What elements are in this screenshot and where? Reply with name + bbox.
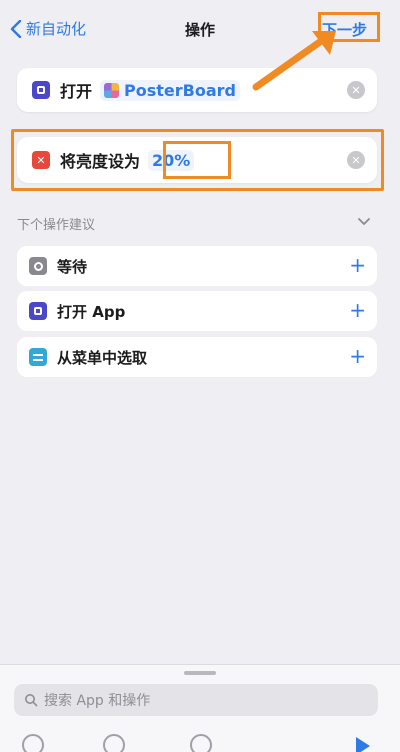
suggestions-header[interactable]: 下个操作建议 — [17, 214, 371, 234]
brightness-value-token[interactable]: 20% — [148, 149, 195, 171]
undo-icon[interactable] — [22, 734, 44, 752]
app-parameter-value: PosterBoard — [124, 80, 236, 100]
action-set-brightness[interactable]: ✕ 将亮度设为 20% ✕ — [17, 137, 377, 183]
suggestion-open-app[interactable]: 打开 App + — [17, 291, 377, 331]
open-app-icon — [29, 302, 47, 320]
suggestions-title: 下个操作建议 — [17, 218, 96, 233]
redo-icon[interactable] — [103, 734, 125, 752]
suggestion-label: 从菜单中选取 — [57, 348, 148, 367]
brightness-icon: ✕ — [32, 151, 50, 169]
bottom-sheet: 搜索 App 和操作 — [0, 664, 400, 752]
wait-icon — [29, 257, 47, 275]
suggestion-wait[interactable]: 等待 + — [17, 246, 377, 286]
action-label: 将亮度设为 — [60, 152, 141, 171]
search-field[interactable]: 搜索 App 和操作 — [14, 684, 378, 716]
close-icon: ✕ — [351, 83, 361, 97]
info-icon[interactable] — [190, 734, 212, 752]
close-icon: ✕ — [351, 153, 361, 167]
chevron-down-icon — [358, 218, 370, 225]
search-placeholder: 搜索 App 和操作 — [44, 693, 151, 709]
nav-bar: 新自动化 操作 下一步 — [0, 0, 400, 60]
search-icon — [25, 694, 38, 707]
action-label: 打开 — [60, 82, 93, 101]
suggestion-label: 打开 App — [57, 302, 126, 321]
add-action-plus-icon[interactable]: + — [349, 300, 366, 320]
suggestion-choose-from-menu[interactable]: 从菜单中选取 + — [17, 337, 377, 377]
add-action-plus-icon[interactable]: + — [349, 346, 366, 366]
add-action-plus-icon[interactable]: + — [349, 255, 366, 275]
action-open-app[interactable]: 打开 PosterBoard ✕ — [17, 68, 377, 112]
remove-action-button[interactable]: ✕ — [347, 151, 365, 169]
suggestion-label: 等待 — [57, 257, 88, 276]
shortcuts-actions-screen: 新自动化 操作 下一步 打开 PosterBoard ✕ ✕ 将亮度设为 20%… — [0, 0, 400, 752]
sheet-grabber[interactable] — [184, 671, 216, 675]
brightness-value: 20% — [152, 150, 191, 170]
open-app-icon — [32, 81, 50, 99]
play-icon[interactable] — [356, 737, 370, 752]
bottom-toolbar — [0, 727, 400, 752]
remove-action-button[interactable]: ✕ — [347, 81, 365, 99]
next-button[interactable]: 下一步 — [322, 19, 367, 40]
app-parameter-token[interactable]: PosterBoard — [100, 79, 240, 101]
posterboard-icon — [104, 82, 120, 98]
menu-icon — [29, 348, 47, 366]
